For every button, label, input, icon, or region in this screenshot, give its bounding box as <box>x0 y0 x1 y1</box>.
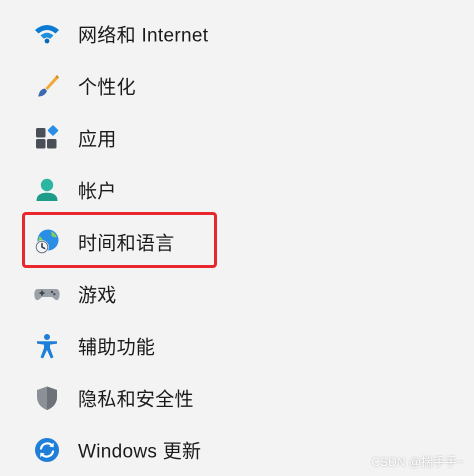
sidebar-item-label: Windows 更新 <box>78 441 202 463</box>
sidebar-item-label: 帐户 <box>78 181 117 203</box>
sidebar-item-label: 网络和 Internet <box>78 25 209 47</box>
globe-clock-icon <box>32 227 62 257</box>
shield-icon <box>32 383 62 413</box>
apps-icon <box>32 123 62 153</box>
sidebar-item-personalization[interactable]: 个性化 <box>0 60 474 112</box>
settings-sidebar-nav: 网络和 Internet 个性化 应用 帐户 时间和语言 游戏 辅助功能 隐私和… <box>0 8 474 476</box>
sidebar-item-label: 个性化 <box>78 77 136 99</box>
sidebar-item-gaming[interactable]: 游戏 <box>0 268 474 320</box>
accessibility-icon <box>32 331 62 361</box>
sidebar-item-apps[interactable]: 应用 <box>0 112 474 164</box>
gamepad-icon <box>32 279 62 309</box>
watermark: CSDN @揣手手~ <box>371 455 464 469</box>
sidebar-item-accounts[interactable]: 帐户 <box>0 164 474 216</box>
sidebar-item-network[interactable]: 网络和 Internet <box>0 8 474 60</box>
sidebar-item-time-language[interactable]: 时间和语言 <box>0 216 474 268</box>
sidebar-item-label: 游戏 <box>78 285 117 307</box>
sidebar-item-label: 辅助功能 <box>78 337 156 359</box>
sidebar-item-privacy[interactable]: 隐私和安全性 <box>0 372 474 424</box>
wifi-icon <box>32 19 62 49</box>
settings-page: 网络和 Internet 个性化 应用 帐户 时间和语言 游戏 辅助功能 隐私和… <box>0 0 474 476</box>
sidebar-item-accessibility[interactable]: 辅助功能 <box>0 320 474 372</box>
sync-icon <box>32 435 62 465</box>
sidebar-item-label: 隐私和安全性 <box>78 389 194 411</box>
sidebar-item-label: 时间和语言 <box>78 233 175 255</box>
person-icon <box>32 175 62 205</box>
sidebar-item-label: 应用 <box>78 129 117 151</box>
paintbrush-icon <box>32 71 62 101</box>
